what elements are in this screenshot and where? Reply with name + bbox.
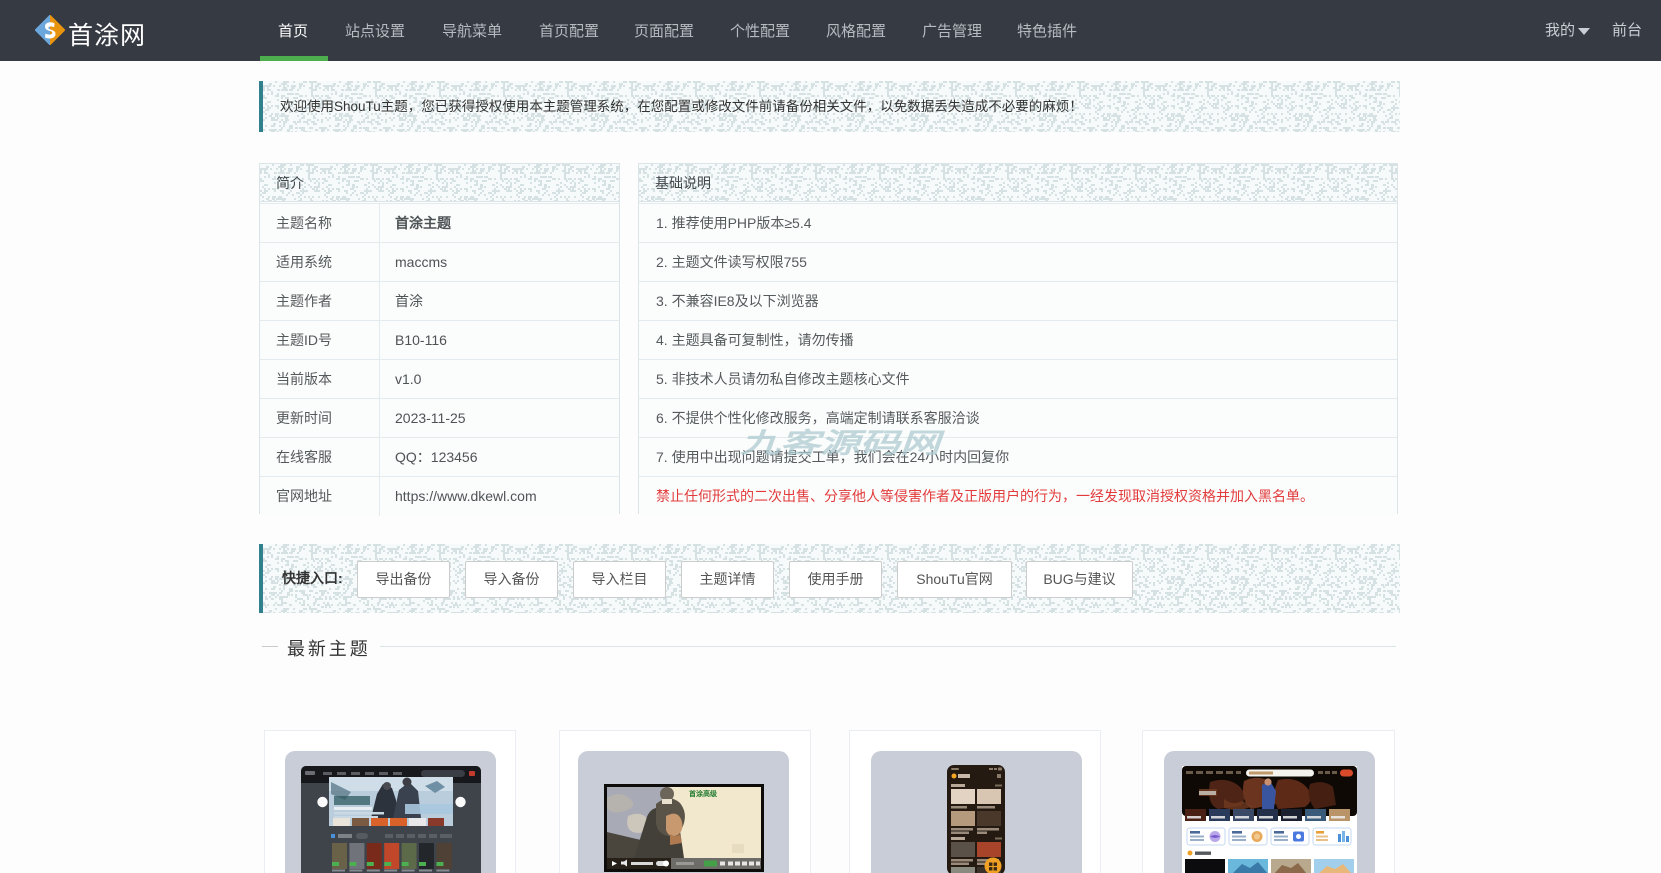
svg-text:首涂高级: 首涂高级 (689, 789, 718, 798)
